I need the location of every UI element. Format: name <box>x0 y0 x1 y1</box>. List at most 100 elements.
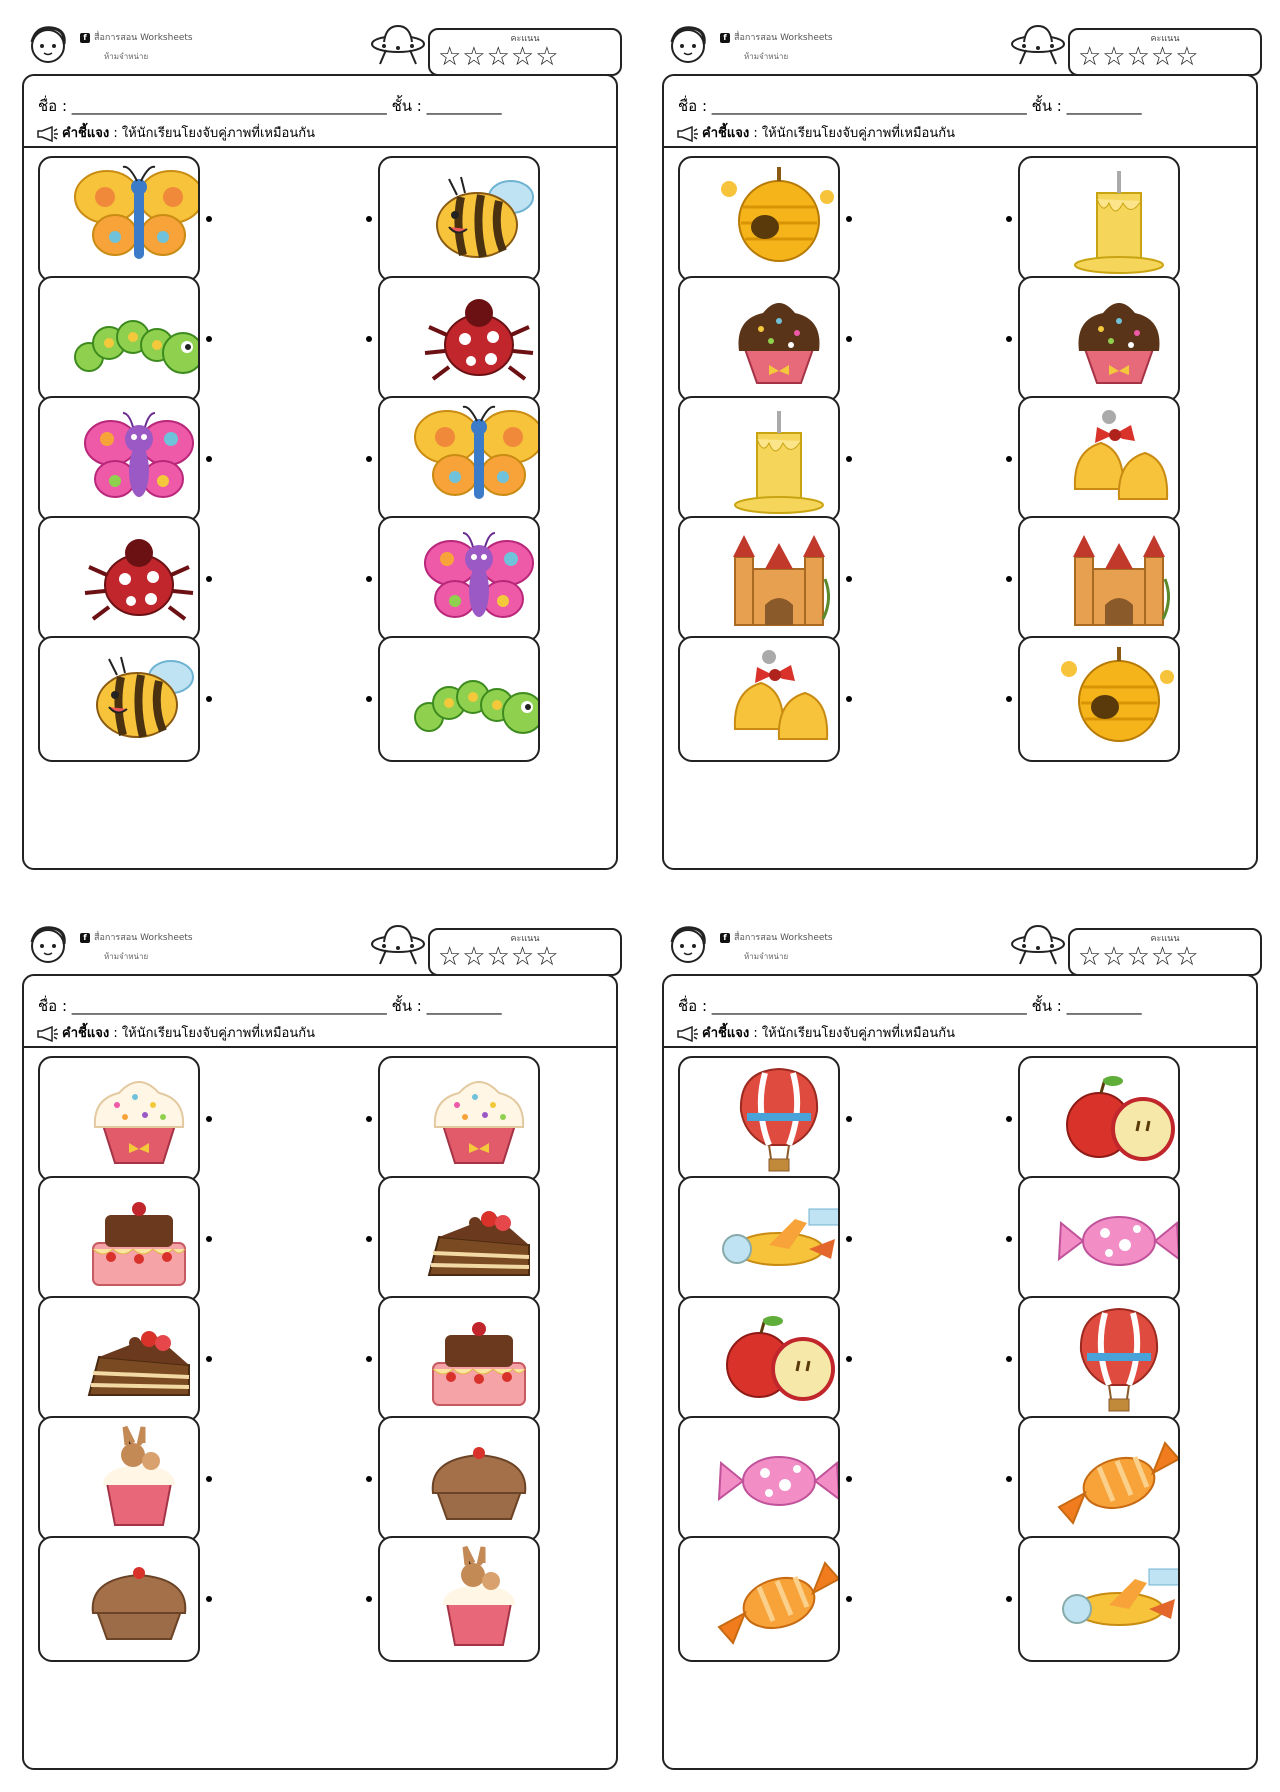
score-stars[interactable]: ☆☆☆☆☆ <box>1078 44 1200 70</box>
right-card-apple[interactable] <box>1018 1056 1180 1182</box>
right-match-dot[interactable] <box>1006 216 1012 222</box>
right-card-beehive[interactable] <box>1018 636 1180 762</box>
left-card-cake-slice[interactable] <box>38 1296 200 1422</box>
bee-icon <box>96 656 194 738</box>
name-field[interactable]: ________________________________________… <box>712 997 1027 1015</box>
right-card-bee[interactable] <box>378 156 540 282</box>
left-match-dot[interactable] <box>206 216 212 222</box>
left-card-beehive[interactable] <box>678 156 840 282</box>
right-match-dot[interactable] <box>1006 336 1012 342</box>
right-card-layer-cake[interactable] <box>378 1296 540 1422</box>
left-card-ladybug[interactable] <box>38 516 200 642</box>
right-card-orange-candy[interactable] <box>1018 1416 1180 1542</box>
class-field[interactable]: __________ <box>1067 997 1142 1015</box>
left-match-dot[interactable] <box>206 1236 212 1242</box>
right-card-ladybug[interactable] <box>378 276 540 402</box>
left-match-dot[interactable] <box>846 1356 852 1362</box>
left-card-bunny-cupcake[interactable] <box>38 1416 200 1542</box>
left-card-airplane[interactable] <box>678 1176 840 1302</box>
left-match-dot[interactable] <box>846 1596 852 1602</box>
right-match-dot[interactable] <box>366 576 372 582</box>
right-card-airplane[interactable] <box>1018 1536 1180 1662</box>
class-field[interactable]: __________ <box>427 997 502 1015</box>
left-match-dot[interactable] <box>206 456 212 462</box>
left-match-dot[interactable] <box>846 456 852 462</box>
left-match-dot[interactable] <box>206 336 212 342</box>
right-card-chocolate-cupcake[interactable] <box>1018 276 1180 402</box>
butterfly-pink-icon <box>424 532 534 618</box>
right-match-dot[interactable] <box>366 696 372 702</box>
left-card-butterfly-orange[interactable] <box>38 156 200 282</box>
left-match-dot[interactable] <box>846 1236 852 1242</box>
right-match-dot[interactable] <box>366 456 372 462</box>
right-match-dot[interactable] <box>366 1236 372 1242</box>
left-match-dot[interactable] <box>206 696 212 702</box>
left-card-orange-candy[interactable] <box>678 1536 840 1662</box>
name-field[interactable]: ________________________________________… <box>72 97 387 115</box>
left-match-dot[interactable] <box>846 696 852 702</box>
right-match-dot[interactable] <box>366 336 372 342</box>
left-match-dot[interactable] <box>206 1116 212 1122</box>
left-card-bells[interactable] <box>678 636 840 762</box>
right-match-dot[interactable] <box>366 1476 372 1482</box>
ladybug-icon <box>424 299 534 381</box>
left-match-dot[interactable] <box>206 1356 212 1362</box>
left-match-dot[interactable] <box>846 216 852 222</box>
pink-candy-icon <box>717 1456 838 1506</box>
left-card-apple[interactable] <box>678 1296 840 1422</box>
class-field[interactable]: __________ <box>427 97 502 115</box>
right-card-castle[interactable] <box>1018 516 1180 642</box>
left-card-layer-cake[interactable] <box>38 1176 200 1302</box>
left-card-pink-candy[interactable] <box>678 1416 840 1542</box>
right-card-candle[interactable] <box>1018 156 1180 282</box>
left-card-chocolate-cupcake[interactable] <box>678 276 840 402</box>
right-card-caterpillar[interactable] <box>378 636 540 762</box>
right-card-hot-air-balloon[interactable] <box>1018 1296 1180 1422</box>
left-match-dot[interactable] <box>846 1116 852 1122</box>
right-card-bunny-cupcake[interactable] <box>378 1536 540 1662</box>
left-match-dot[interactable] <box>206 1596 212 1602</box>
name-field[interactable]: ________________________________________… <box>712 97 1027 115</box>
right-match-dot[interactable] <box>1006 576 1012 582</box>
butterfly-pink-icon <box>84 412 194 498</box>
left-match-dot[interactable] <box>206 576 212 582</box>
score-stars[interactable]: ☆☆☆☆☆ <box>1078 944 1200 970</box>
left-match-dot[interactable] <box>846 576 852 582</box>
score-box: คะแนน ☆☆☆☆☆ <box>1068 28 1262 76</box>
worksheet-4: f สื่อการสอน Worksheets ห้ามจำหน่าย ชื่อ … <box>660 920 1262 1770</box>
right-match-dot[interactable] <box>1006 1356 1012 1362</box>
name-field[interactable]: ________________________________________… <box>72 997 387 1015</box>
left-match-dot[interactable] <box>846 1476 852 1482</box>
class-field[interactable]: __________ <box>1067 97 1142 115</box>
right-card-pink-candy[interactable] <box>1018 1176 1180 1302</box>
left-card-castle[interactable] <box>678 516 840 642</box>
facebook-icon: f <box>720 33 730 43</box>
left-card-candle[interactable] <box>678 396 840 522</box>
left-match-dot[interactable] <box>846 336 852 342</box>
right-match-dot[interactable] <box>1006 1476 1012 1482</box>
left-card-sprinkle-cupcake[interactable] <box>38 1056 200 1182</box>
right-card-cake-slice[interactable] <box>378 1176 540 1302</box>
right-match-dot[interactable] <box>1006 696 1012 702</box>
right-match-dot[interactable] <box>1006 1236 1012 1242</box>
right-card-butterfly-orange[interactable] <box>378 396 540 522</box>
left-card-hot-air-balloon[interactable] <box>678 1056 840 1182</box>
left-card-butterfly-pink[interactable] <box>38 396 200 522</box>
right-card-bells[interactable] <box>1018 396 1180 522</box>
left-card-bee[interactable] <box>38 636 200 762</box>
score-stars[interactable]: ☆☆☆☆☆ <box>438 944 560 970</box>
right-match-dot[interactable] <box>366 216 372 222</box>
right-match-dot[interactable] <box>1006 1116 1012 1122</box>
score-stars[interactable]: ☆☆☆☆☆ <box>438 44 560 70</box>
left-match-dot[interactable] <box>206 1476 212 1482</box>
right-card-muffin[interactable] <box>378 1416 540 1542</box>
right-match-dot[interactable] <box>366 1356 372 1362</box>
right-match-dot[interactable] <box>1006 1596 1012 1602</box>
left-card-caterpillar[interactable] <box>38 276 200 402</box>
right-match-dot[interactable] <box>366 1116 372 1122</box>
left-card-muffin[interactable] <box>38 1536 200 1662</box>
right-card-butterfly-pink[interactable] <box>378 516 540 642</box>
right-card-sprinkle-cupcake[interactable] <box>378 1056 540 1182</box>
right-match-dot[interactable] <box>366 1596 372 1602</box>
right-match-dot[interactable] <box>1006 456 1012 462</box>
